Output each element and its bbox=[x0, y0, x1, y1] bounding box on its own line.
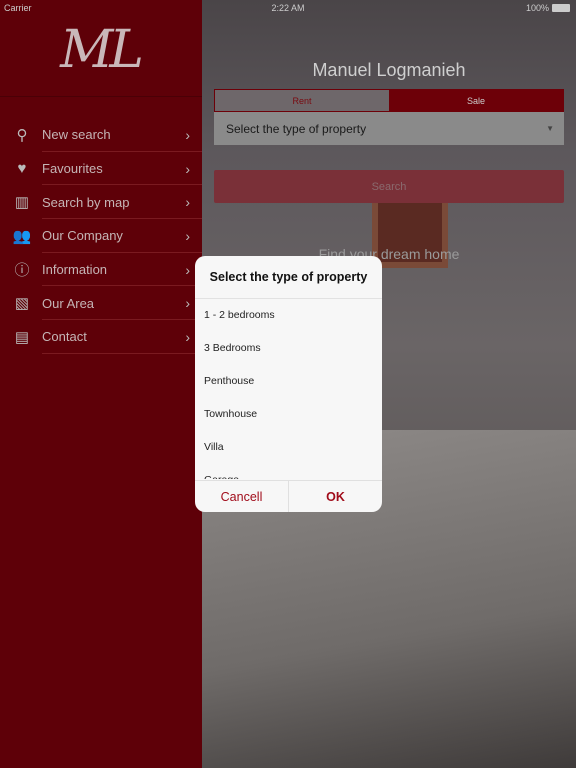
tab-rent[interactable]: Rent bbox=[215, 90, 389, 111]
sidebar-item-our-area[interactable]: ▧ Our Area › bbox=[0, 286, 202, 320]
sidebar-item-label: Favourites bbox=[42, 161, 103, 177]
property-type-dialog: Select the type of property 1 - 2 bedroo… bbox=[195, 256, 382, 512]
sidebar-item-label: Information bbox=[42, 262, 108, 278]
battery-icon bbox=[552, 4, 570, 12]
chevron-right-icon: › bbox=[185, 295, 190, 312]
sidebar-item-label: Search by map bbox=[42, 194, 130, 210]
clock: 2:22 AM bbox=[271, 3, 305, 13]
sidebar-item-label: Our Company bbox=[42, 228, 123, 244]
tab-sale[interactable]: Sale bbox=[389, 90, 563, 111]
heart-icon: ♥ bbox=[17, 160, 27, 178]
people-icon: 👥 bbox=[12, 227, 32, 245]
sidebar-item-label: Contact bbox=[42, 329, 87, 345]
chevron-right-icon: › bbox=[185, 126, 190, 143]
property-type-select[interactable]: Select the type of property ▼ bbox=[214, 112, 564, 145]
photos-icon: ▧ bbox=[14, 295, 30, 313]
chevron-right-icon: › bbox=[185, 328, 190, 345]
option-item[interactable]: 3 Bedrooms bbox=[195, 332, 382, 365]
chevron-right-icon: › bbox=[185, 261, 190, 278]
chevron-right-icon: › bbox=[185, 160, 190, 177]
sidebar: ML ⚲ New search › ♥ Favourites › ▥ Search by ma… bbox=[0, 0, 202, 768]
map-icon: ▥ bbox=[14, 194, 30, 212]
status-bar: Carrier 2:22 AM 100% bbox=[0, 0, 576, 16]
sidebar-menu: ⚲ New search › ♥ Favourites › ▥ Search by map › 👥… bbox=[0, 118, 202, 354]
option-item[interactable]: Villa bbox=[195, 431, 382, 464]
option-item[interactable]: Garage bbox=[195, 464, 382, 479]
dialog-title: Select the type of property bbox=[195, 256, 382, 299]
chat-icon: ▤ bbox=[14, 328, 30, 346]
battery-percent: 100% bbox=[525, 3, 549, 13]
sidebar-item-new-search[interactable]: ⚲ New search › bbox=[0, 118, 202, 152]
ok-button[interactable]: OK bbox=[288, 481, 382, 512]
sidebar-item-information[interactable]: ⓘ Information › bbox=[0, 253, 202, 287]
sidebar-item-label: New search bbox=[42, 127, 111, 143]
logo: ML bbox=[60, 20, 144, 80]
rent-sale-toggle: Rent Sale bbox=[214, 89, 564, 112]
options-list[interactable]: 1 - 2 bedrooms 3 Bedrooms Penthouse Townhou… bbox=[195, 299, 382, 479]
divider bbox=[0, 96, 202, 97]
search-button[interactable]: Search bbox=[214, 170, 564, 203]
sidebar-item-label: Our Area bbox=[42, 295, 95, 311]
dropdown-arrow-icon: ▼ bbox=[546, 124, 554, 133]
option-item[interactable]: Penthouse bbox=[195, 365, 382, 398]
info-icon: ⓘ bbox=[14, 262, 30, 280]
search-icon: ⚲ bbox=[16, 126, 28, 144]
option-item[interactable]: Townhouse bbox=[195, 398, 382, 431]
sidebar-item-our-company[interactable]: 👥 Our Company › bbox=[0, 219, 202, 253]
chevron-right-icon: › bbox=[185, 194, 190, 211]
sidebar-item-contact[interactable]: ▤ Contact › bbox=[0, 320, 202, 354]
chevron-right-icon: › bbox=[185, 227, 190, 244]
sidebar-item-favourites[interactable]: ♥ Favourites › bbox=[0, 152, 202, 186]
cancel-button[interactable]: Cancell bbox=[195, 481, 288, 512]
page-title: Manuel Logmanieh bbox=[312, 60, 466, 80]
sidebar-item-search-by-map[interactable]: ▥ Search by map › bbox=[0, 185, 202, 219]
select-label: Select the type of property bbox=[226, 121, 367, 136]
option-item[interactable]: 1 - 2 bedrooms bbox=[195, 299, 382, 332]
